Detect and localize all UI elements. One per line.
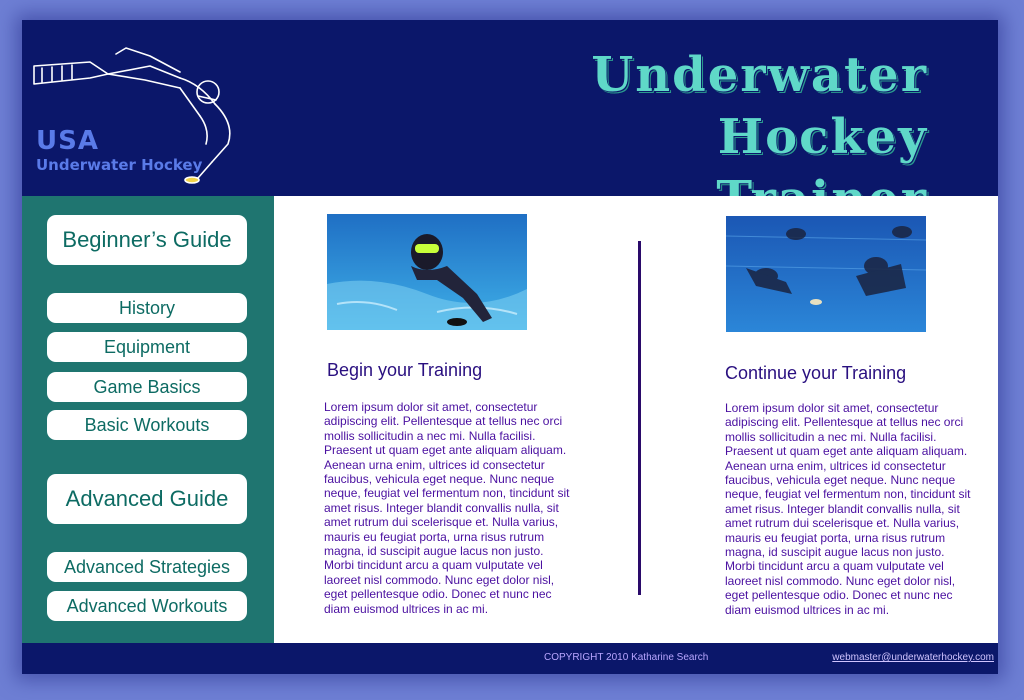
copyright-text: COPYRIGHT 2010 Katharine Search	[544, 652, 709, 663]
nav-beginners-guide-button[interactable]: Beginner’s Guide	[47, 215, 247, 265]
nav-history-button[interactable]: History	[47, 293, 247, 323]
continue-training-heading: Continue your Training	[725, 363, 907, 383]
nav-equipment-button[interactable]: Equipment	[47, 332, 247, 362]
nav-advanced-guide-button[interactable]: Advanced Guide	[47, 474, 247, 524]
continue-training-photo	[726, 216, 926, 332]
nav-game-basics-button[interactable]: Game Basics	[47, 372, 247, 402]
logo-subtitle-text: Underwater Hockey	[36, 156, 203, 174]
main-content: Begin your Training Lorem ipsum dolor si…	[274, 196, 998, 643]
sidebar-nav: Beginner’s Guide History Equipment Game …	[22, 196, 274, 643]
logo-usa-text: USA	[36, 126, 99, 156]
nav-advanced-strategies-button[interactable]: Advanced Strategies	[47, 552, 247, 582]
site-title-line-1: Underwater Hockey	[591, 47, 928, 165]
site-header: USA Underwater Hockey Underwater Hockey …	[22, 20, 998, 227]
usa-underwater-hockey-logo[interactable]: USA Underwater Hockey	[30, 44, 250, 194]
page-frame: USA Underwater Hockey Underwater Hockey …	[22, 20, 998, 674]
begin-training-body: Lorem ipsum dolor sit amet, consectetur …	[324, 400, 570, 616]
begin-training-photo	[327, 214, 527, 330]
nav-basic-workouts-button[interactable]: Basic Workouts	[47, 410, 247, 440]
nav-advanced-workouts-button[interactable]: Advanced Workouts	[47, 591, 247, 621]
site-footer: COPYRIGHT 2010 Katharine Search webmaste…	[22, 643, 998, 674]
continue-training-body: Lorem ipsum dolor sit amet, consectetur …	[725, 401, 971, 617]
begin-training-heading: Begin your Training	[327, 360, 483, 380]
column-divider	[638, 241, 641, 595]
webmaster-email-link[interactable]: webmaster@underwaterhockey.com	[832, 652, 994, 663]
